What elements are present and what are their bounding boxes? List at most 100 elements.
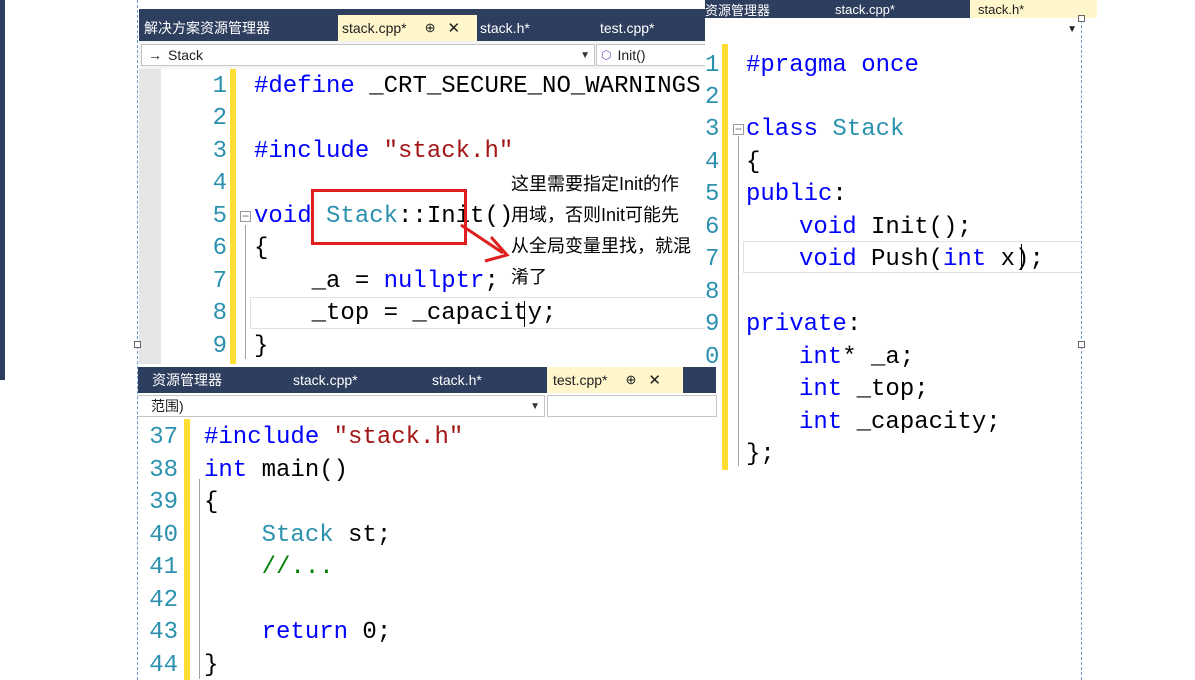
code-line: class Stack [746,116,905,143]
outline-guide [738,136,739,466]
member-dropdown[interactable]: ⬡ Init() [596,44,705,66]
top-nav-bar: → Stack ▼ ⬡ Init() [139,41,705,70]
line-number: 2 [212,105,227,132]
tab-stack-cpp[interactable]: stack.cpp* [293,367,358,393]
code-line: #include "stack.h" [254,138,514,165]
tab-test-cpp[interactable]: test.cpp* ⊕ ✕ [547,367,683,393]
code-line: void Init(); [799,214,972,241]
collapse-toggle-icon[interactable]: − [733,123,744,135]
scope-dropdown[interactable]: 范围) ▼ [138,395,545,417]
right-tab-bar: 资源管理器 stack.cpp* stack.h* [705,0,1097,18]
code-line: private: [746,311,862,338]
code-line: { [254,235,269,262]
pin-icon[interactable]: ⊕ [625,372,636,388]
line-number: 9 [705,311,720,338]
line-number: 41 [149,554,178,581]
code-line: #include "stack.h" [204,424,464,451]
change-indicator-bar [722,44,728,470]
selection-margin [139,69,161,364]
member-dropdown[interactable] [547,395,717,417]
tab-solution-explorer[interactable]: 资源管理器 [705,0,770,18]
bottom-tab-bar: 资源管理器 stack.cpp* stack.h* test.cpp* ⊕ ✕ [138,367,716,393]
code-line: _top = _capacity; [254,300,557,327]
chevron-down-icon: ▼ [580,49,590,61]
line-number: 6 [212,235,227,262]
tab-stack-cpp[interactable]: stack.cpp* ⊕ ✕ [338,15,477,41]
chevron-down-icon: ▼ [530,400,540,412]
method-cube-icon: ⬡ [601,48,612,62]
outline-guide [199,479,200,679]
line-number: 4 [705,149,720,176]
annotation-highlight-box [311,189,467,245]
line-number: 9 [212,333,227,360]
line-number: 6 [705,214,720,241]
outline-guide [245,225,246,359]
code-line: void Push(int x); [799,246,1044,273]
arrow-right-icon: → [148,47,162,63]
line-number: 44 [149,652,178,679]
line-number: 7 [705,246,720,273]
tab-solution-explorer[interactable]: 解决方案资源管理器 [144,15,270,41]
line-number: 38 [149,457,178,484]
top-editor-window: 解决方案资源管理器 stack.cpp* ⊕ ✕ stack.h* test.c… [139,9,707,364]
tab-stack-h[interactable]: stack.h* [432,367,482,393]
bottom-editor-window: 资源管理器 stack.cpp* stack.h* test.cpp* ⊕ ✕ … [138,367,717,680]
code-line: int main() [204,457,349,484]
right-nav-bar: ▼ [705,18,1081,45]
line-number: 40 [149,522,178,549]
code-line: { [746,149,761,176]
line-number: 7 [212,268,227,295]
resize-handle[interactable] [1078,341,1085,348]
close-icon[interactable]: ✕ [448,19,461,37]
code-line: }; [746,441,775,468]
resize-handle[interactable] [134,341,141,348]
line-number: 2 [705,84,720,111]
bottom-code-pane[interactable]: 37 38 39 40 41 42 43 44 #include "stack.… [138,419,716,680]
bottom-nav-bar: 范围) ▼ [138,393,717,420]
annotation-arrow-icon [460,223,510,263]
line-number: 37 [149,424,178,451]
line-number: 8 [212,300,227,327]
right-editor-window: 资源管理器 stack.cpp* stack.h* ▼ 1 2 3 4 5 6 … [705,0,1097,470]
top-tab-bar: 解决方案资源管理器 stack.cpp* ⊕ ✕ stack.h* test.c… [139,9,705,41]
line-number: 5 [212,203,227,230]
change-indicator-bar [230,69,236,364]
tab-test-cpp[interactable]: test.cpp* [600,15,654,41]
change-indicator-bar [184,419,190,680]
line-number: 8 [705,279,720,306]
line-number: 43 [149,619,178,646]
code-line: return 0; [204,619,392,646]
code-line: public: [746,181,847,208]
code-line: int _capacity; [799,409,1001,436]
line-number: 3 [212,138,227,165]
right-nav-caret-icon[interactable]: ▼ [1067,24,1077,35]
resize-handle[interactable] [1078,15,1085,22]
code-line: int* _a; [799,344,915,371]
code-line: { [204,489,219,516]
code-line: #pragma once [746,52,919,79]
collapse-toggle-icon[interactable]: − [240,210,251,222]
class-dropdown[interactable]: → Stack ▼ [141,44,595,66]
line-number: 4 [212,170,227,197]
line-number: 3 [705,116,720,143]
code-line: } [204,652,219,679]
pin-icon[interactable]: ⊕ [425,20,436,36]
code-line: _a = nullptr; [254,268,499,295]
annotation-note: 这里需要指定Init的作 用域，否则Init可能先 从全局变量里找，就混 淆了 [511,169,707,293]
code-line: } [254,333,269,360]
code-line: Stack st; [204,522,392,549]
right-code-pane[interactable]: 1 2 3 4 5 6 7 8 9 0 − #pragma once class… [705,44,1081,470]
code-line: #define _CRT_SECURE_NO_WARNINGS 1 [254,73,705,100]
line-number: 39 [149,489,178,516]
tab-stack-h[interactable]: stack.h* [480,15,530,41]
tab-stack-cpp[interactable]: stack.cpp* [835,0,895,18]
line-number: 1 [705,52,720,79]
selection-frame-right [1081,0,1082,680]
line-number: 1 [212,73,227,100]
tab-solution-explorer[interactable]: 资源管理器 [152,367,222,393]
close-icon[interactable]: ✕ [648,371,661,389]
code-line: int _top; [799,376,929,403]
code-line: //... [204,554,334,581]
line-number: 5 [705,181,720,208]
left-window-edge [0,0,5,380]
